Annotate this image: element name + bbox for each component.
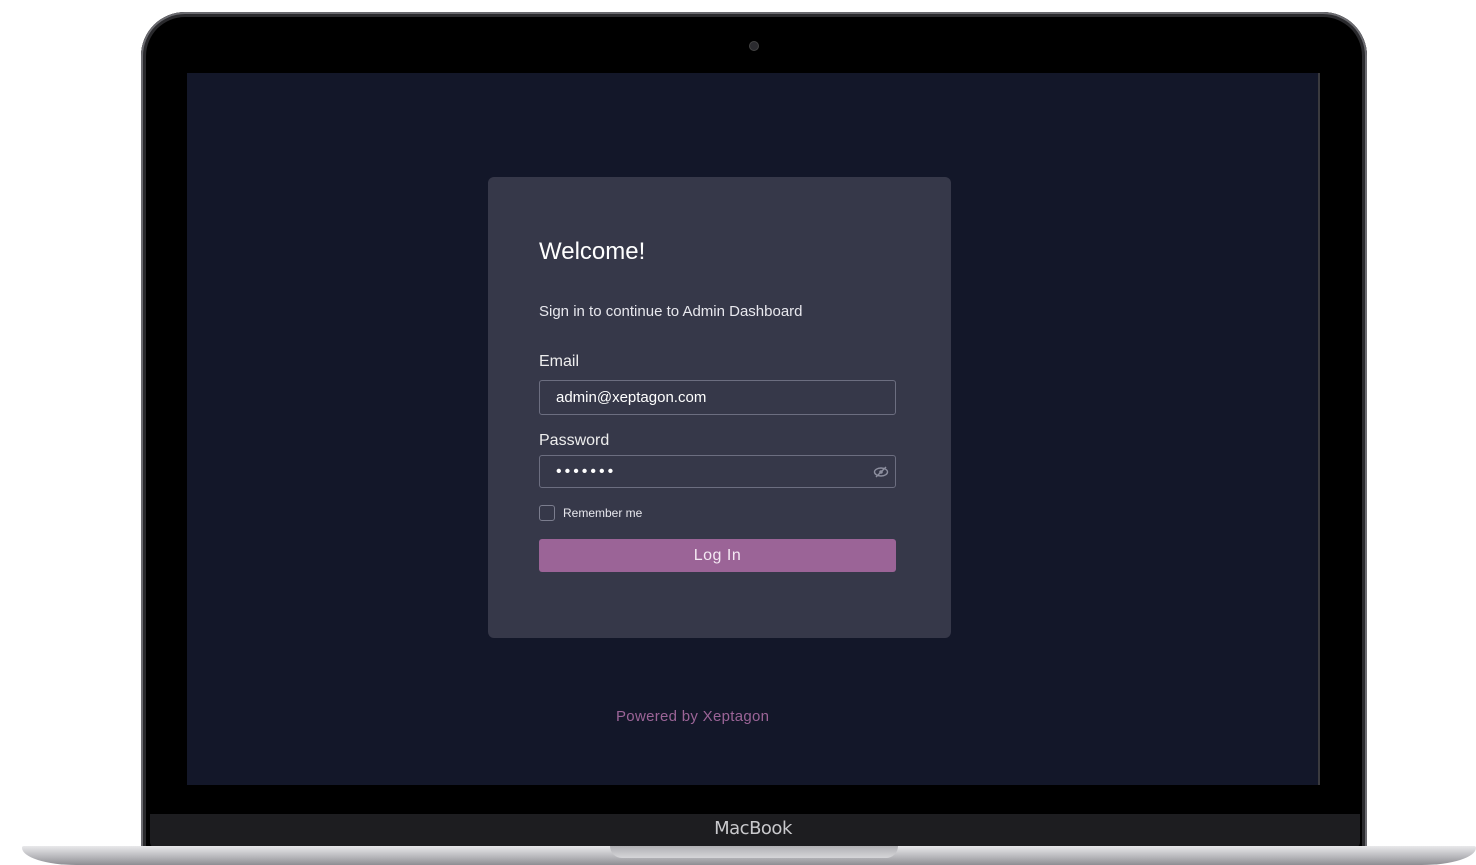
welcome-title: Welcome! xyxy=(539,238,646,265)
laptop-opening-notch xyxy=(610,846,898,858)
device-brand-label: MacBook xyxy=(714,818,792,839)
camera-icon xyxy=(750,42,758,50)
email-label: Email xyxy=(539,353,580,370)
password-label: Password xyxy=(539,432,610,449)
password-field[interactable] xyxy=(539,455,896,488)
remember-me-label[interactable]: Remember me xyxy=(563,506,642,520)
login-button[interactable]: Log In xyxy=(539,539,896,572)
powered-by-link[interactable]: Powered by Xeptagon xyxy=(616,708,769,725)
remember-me-checkbox[interactable] xyxy=(539,505,555,521)
email-field[interactable] xyxy=(539,380,896,415)
laptop-mockup: Welcome! Sign in to continue to Admin Da… xyxy=(0,0,1476,865)
login-subtitle: Sign in to continue to Admin Dashboard xyxy=(539,303,803,320)
eye-slash-icon[interactable] xyxy=(873,466,889,478)
